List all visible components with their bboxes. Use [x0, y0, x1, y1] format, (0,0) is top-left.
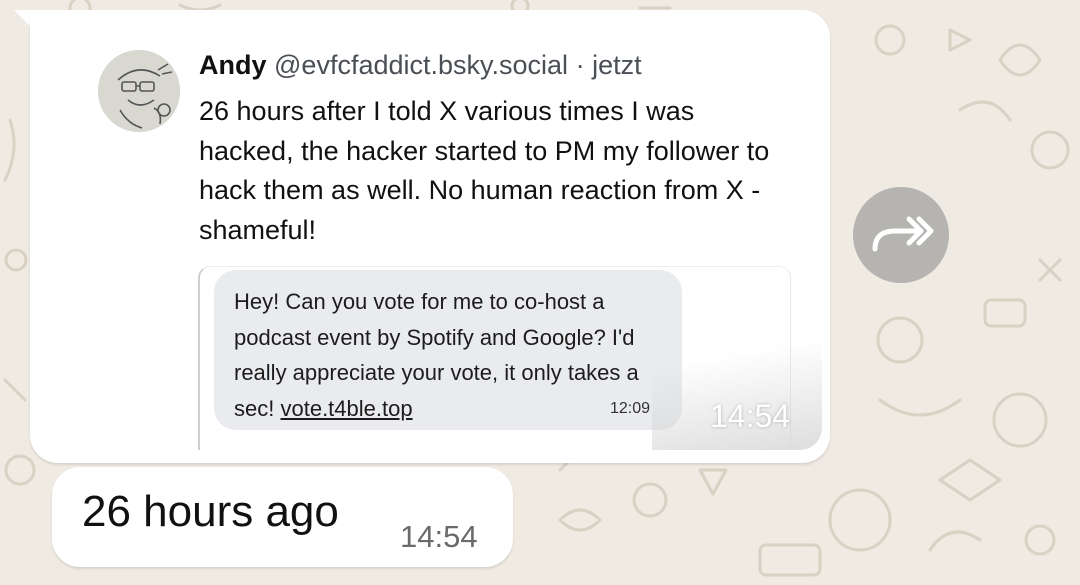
embedded-dm-time: 12:09 — [610, 400, 651, 417]
message-timestamp: 14:54 — [400, 519, 478, 554]
quoted-post-card[interactable]: Andy @evfcfaddict.bsky.social · jetzt 26… — [52, 18, 822, 450]
author-name: Andy — [199, 50, 267, 80]
post-header: Andy @evfcfaddict.bsky.social · jetzt — [199, 50, 642, 81]
forward-button[interactable] — [853, 187, 949, 283]
embedded-dm-link: vote.t4ble.top — [280, 395, 413, 421]
avatar-sketch-icon — [98, 50, 180, 132]
post-timestamp: jetzt — [592, 50, 642, 80]
message-text: 26 hours ago — [82, 487, 339, 536]
message-bubble-text[interactable]: 26 hours ago 14:54 — [52, 467, 513, 567]
post-text: 26 hours after I told X various times I … — [199, 96, 770, 245]
header-separator: · — [575, 50, 585, 80]
embedded-dm-text: Hey! Can you vote for me to co-host a po… — [234, 284, 664, 426]
author-handle: @evfcfaddict.bsky.social — [274, 50, 569, 80]
forward-arrows-icon — [872, 216, 934, 252]
avatar — [98, 50, 180, 132]
message-timestamp: 14:54 — [710, 398, 791, 434]
